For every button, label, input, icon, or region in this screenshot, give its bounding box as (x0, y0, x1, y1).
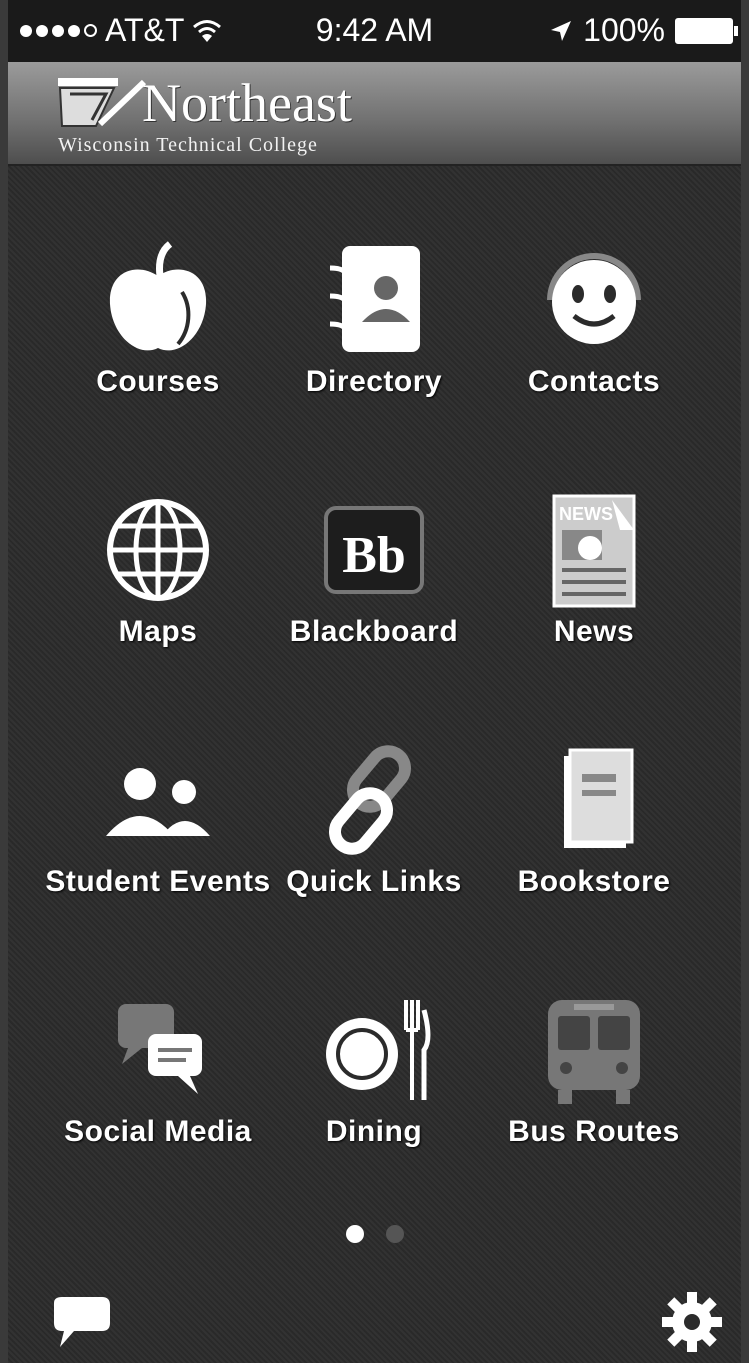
page-dot[interactable] (385, 1225, 404, 1243)
people-icon (106, 768, 210, 836)
svg-text:Bb: Bb (342, 527, 406, 584)
tile-blackboard[interactable]: Bb Blackboard (254, 450, 494, 670)
tile-label: Quick Links (286, 865, 462, 898)
tile-label: Contacts (527, 365, 661, 398)
page-dot-active[interactable] (345, 1225, 364, 1243)
tile-dining[interactable]: Dining (254, 950, 494, 1170)
tile-label: Student Events (45, 865, 271, 898)
tile-quick-links[interactable]: Quick Links (254, 700, 494, 920)
svg-text:NEWS: NEWS (559, 504, 613, 524)
tile-contacts[interactable]: Contacts (474, 200, 714, 420)
tile-label: News (553, 615, 635, 648)
app-header: Northeast Wisconsin Technical College (8, 62, 741, 166)
college-subtitle: Wisconsin Technical College (58, 134, 318, 156)
tile-maps[interactable]: Maps (38, 450, 278, 670)
bus-icon (548, 1000, 640, 1104)
tile-label: Dining (325, 1115, 423, 1148)
location-arrow-icon (551, 20, 572, 41)
college-logo-icon (58, 78, 147, 127)
battery-icon (675, 17, 738, 44)
tile-bus-routes[interactable]: Bus Routes (474, 950, 714, 1170)
page-indicator[interactable] (8, 1225, 741, 1243)
tile-label: Blackboard (289, 615, 459, 648)
tile-label: Courses (96, 365, 220, 398)
tile-social-media[interactable]: Social Media (38, 950, 278, 1170)
apple-icon (109, 241, 207, 351)
blackboard-icon: Bb (324, 506, 424, 594)
tile-label: Bus Routes (508, 1115, 680, 1148)
college-name: Northeast (142, 73, 352, 133)
book-icon (564, 748, 634, 848)
home-screen: AT&T 9:42 AM 100% Northeast Wisconsin Te… (8, 0, 741, 1363)
status-bar: AT&T 9:42 AM 100% (8, 0, 741, 62)
tile-courses[interactable]: Courses (38, 200, 278, 420)
chain-link-icon (329, 745, 411, 855)
newspaper-icon: NEWS (552, 494, 636, 608)
globe-icon (107, 499, 209, 601)
headset-smiley-icon (547, 253, 641, 344)
tile-label: Maps (118, 615, 198, 648)
battery-percent: 100% (583, 12, 665, 48)
tile-label: Social Media (64, 1115, 252, 1148)
speech-bubble-icon[interactable] (48, 1295, 112, 1351)
plate-fork-knife-icon (326, 1000, 431, 1100)
address-book-icon (329, 246, 420, 352)
tile-directory[interactable]: Directory (254, 200, 494, 420)
gear-icon[interactable] (660, 1290, 724, 1354)
tile-label: Directory (305, 365, 443, 398)
tile-label: Bookstore (517, 865, 671, 898)
tile-news[interactable]: NEWS News (474, 450, 714, 670)
tile-bookstore[interactable]: Bookstore (474, 700, 714, 920)
chat-bubbles-icon (118, 1004, 202, 1094)
tile-student-events[interactable]: Student Events (38, 700, 278, 920)
